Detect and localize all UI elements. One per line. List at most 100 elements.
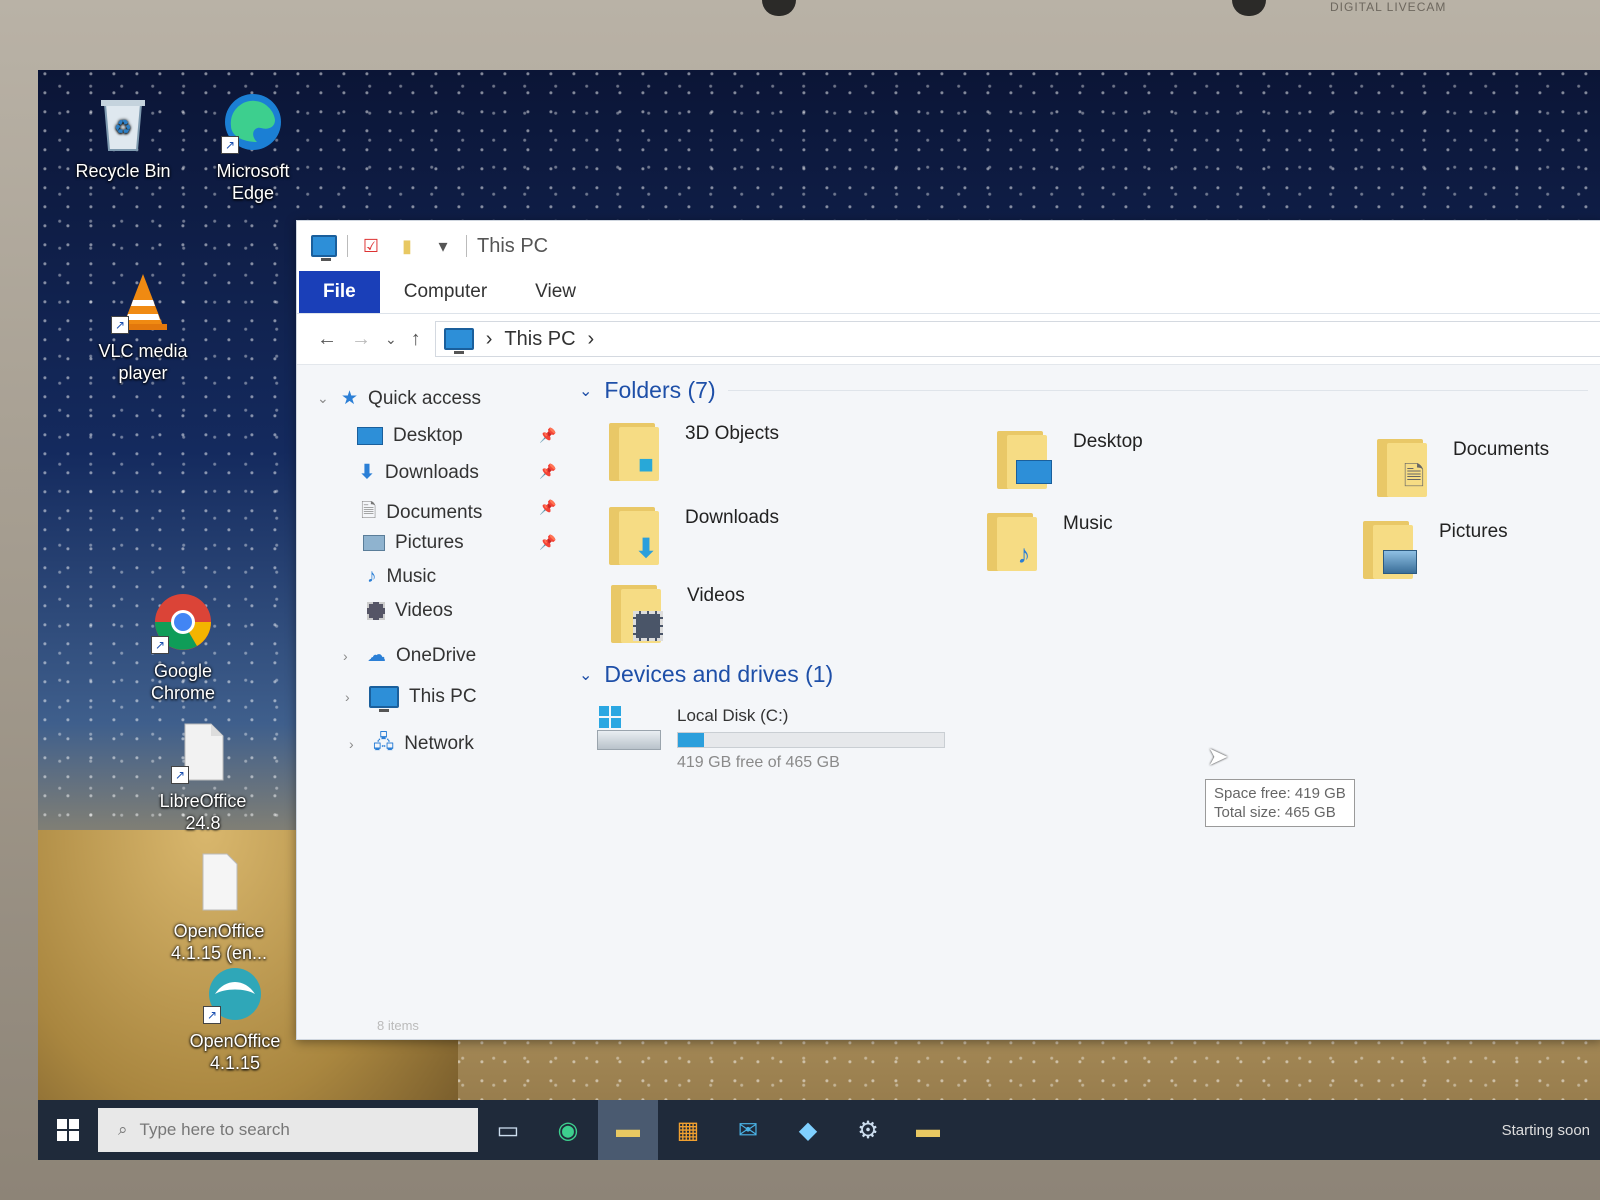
nav-label: This PC	[409, 686, 477, 707]
chevron-down-icon[interactable]: ⌄	[579, 381, 592, 401]
search-icon: ⌕	[118, 1120, 128, 1139]
task-view-icon[interactable]: ▭	[478, 1100, 538, 1160]
copilot-icon[interactable]: ◆	[778, 1100, 838, 1160]
windows-logo-icon	[57, 1119, 79, 1141]
edge-icon: ↗	[221, 90, 285, 154]
drive-local-disk-c[interactable]: Local Disk (C:) 419 GB free of 465 GB	[597, 706, 945, 772]
nav-label: Downloads	[384, 461, 479, 483]
nav-item-music[interactable]: ♪ Music	[367, 566, 436, 588]
chevron-down-icon[interactable]: ⌄	[317, 390, 331, 407]
folder-music[interactable]: ♪ Music	[987, 513, 1113, 573]
taskbar-search-box[interactable]: ⌕ Type here to search	[98, 1108, 478, 1152]
openoffice-installer-icon	[187, 850, 251, 914]
chevron-right-icon[interactable]: ›	[349, 736, 363, 752]
folder-desktop[interactable]: Desktop	[997, 431, 1143, 491]
nav-item-pictures[interactable]: Pictures	[363, 532, 464, 554]
network-icon: 🖧	[373, 732, 395, 753]
desktop-icon-edge[interactable]: ↗ Microsoft Edge	[198, 90, 308, 204]
tab-file[interactable]: File	[299, 271, 380, 313]
chevron-right-icon[interactable]: ›	[345, 689, 359, 705]
nav-label: Music	[386, 566, 437, 587]
desktop-icon-recycle-bin[interactable]: ♻ Recycle Bin	[68, 90, 178, 182]
desktop-icon-label: VLC media player	[98, 341, 188, 383]
divider	[466, 235, 467, 257]
picture-icon	[363, 535, 385, 551]
windows-logo-icon	[599, 706, 621, 728]
folders-group-header[interactable]: ⌄ Folders (7)	[579, 377, 1588, 404]
shortcut-arrow-icon: ↗	[111, 316, 129, 334]
breadcrumb-this-pc[interactable]: This PC	[504, 328, 575, 351]
gear-icon[interactable]: ⚙	[838, 1100, 898, 1160]
chevron-right-icon[interactable]: ›	[343, 648, 357, 664]
desktop-icon	[357, 427, 383, 445]
edge-icon[interactable]: ◉	[538, 1100, 598, 1160]
tab-computer[interactable]: Computer	[380, 271, 511, 313]
folder-icon: ■	[609, 423, 665, 483]
folder-documents[interactable]: 🗎 Documents	[1377, 439, 1549, 499]
folder-label: 3D Objects	[685, 423, 779, 444]
recent-locations-chevron-icon[interactable]: ⌄	[385, 331, 397, 348]
drive-usage-bar	[677, 732, 945, 748]
nav-item-videos[interactable]: Videos	[367, 600, 453, 622]
nav-label: Network	[404, 733, 474, 754]
nav-item-desktop[interactable]: Desktop	[357, 425, 463, 447]
mail-icon[interactable]: ✉	[718, 1100, 778, 1160]
divider	[727, 390, 1588, 391]
music-note-icon: ♪	[367, 566, 377, 587]
folder-pictures[interactable]: Pictures	[1363, 521, 1508, 581]
nav-label: Documents	[386, 502, 483, 523]
devices-group-header[interactable]: ⌄ Devices and drives (1)	[579, 661, 833, 688]
nav-quick-access[interactable]: ⌄ ★ Quick access	[317, 387, 481, 410]
desktop-icon-label: Microsoft Edge	[216, 161, 290, 203]
nav-label: OneDrive	[396, 644, 477, 666]
properties-icon[interactable]: ☑	[358, 235, 384, 257]
nav-item-onedrive[interactable]: › ☁ OneDrive	[343, 644, 476, 667]
desktop-icon-openoffice-installer[interactable]: OpenOffice 4.1.15 (en...	[164, 850, 274, 964]
folder-icon[interactable]: ▬	[898, 1100, 958, 1160]
chevron-down-icon[interactable]: ⌄	[579, 665, 592, 685]
computer-icon	[369, 686, 399, 712]
folder-downloads[interactable]: ⬇ Downloads	[609, 507, 779, 567]
folder-icon	[611, 585, 667, 645]
nav-label: Pictures	[395, 532, 464, 553]
new-folder-icon[interactable]: ▮	[394, 235, 420, 257]
chevron-right-icon[interactable]: ›	[588, 328, 595, 351]
document-icon: 🗎	[1403, 461, 1425, 491]
folder-3d-objects[interactable]: ■ 3D Objects	[609, 423, 779, 483]
group-title: Devices and drives (1)	[604, 661, 834, 687]
desktop-icon-vlc[interactable]: ↗ VLC media player	[88, 270, 198, 384]
svg-text:♻: ♻	[114, 117, 132, 139]
address-bar: ← → ⌄ ↑ › This PC ›	[297, 314, 1600, 365]
desktop-icon-openoffice[interactable]: ↗ OpenOffice 4.1.15	[180, 960, 290, 1074]
address-path[interactable]: › This PC ›	[434, 321, 1600, 357]
pin-icon: 📌	[539, 463, 557, 479]
folder-videos[interactable]: Videos	[611, 585, 745, 645]
folder-icon: 🗎	[1377, 439, 1433, 499]
pin-icon: 📌	[539, 534, 557, 550]
group-title: Folders (7)	[604, 377, 716, 403]
file-explorer-icon[interactable]: ▬	[598, 1100, 658, 1160]
forward-arrow-icon[interactable]: →	[351, 328, 371, 351]
download-arrow-icon: ⬇	[359, 462, 375, 483]
nav-item-this-pc[interactable]: › This PC	[345, 686, 477, 712]
start-button[interactable]	[38, 1100, 98, 1160]
desktop-screen: ♻ Recycle Bin ↗ Microsoft Edge ↗ VLC med…	[38, 70, 1600, 1160]
up-arrow-icon[interactable]: ↑	[411, 328, 421, 351]
shortcut-arrow-icon: ↗	[221, 136, 239, 154]
desktop-icon-chrome[interactable]: ↗ Google Chrome	[128, 590, 238, 704]
picture-icon	[1381, 547, 1419, 577]
tab-view[interactable]: View	[511, 271, 600, 313]
folder-label: Pictures	[1439, 521, 1508, 542]
nav-item-network[interactable]: › 🖧 Network	[349, 728, 474, 760]
nav-item-documents[interactable]: 🗎 Documents	[361, 497, 482, 529]
nav-label: Videos	[395, 600, 453, 621]
recycle-bin-icon: ♻	[91, 90, 155, 154]
nav-item-downloads[interactable]: ⬇ Downloads	[359, 461, 479, 484]
store-icon[interactable]: ▦	[658, 1100, 718, 1160]
webcam-lens	[762, 0, 796, 16]
taskbar-status-text: Starting soon	[1501, 1121, 1590, 1139]
download-arrow-icon: ⬇	[635, 532, 657, 563]
desktop-icon-libreoffice[interactable]: ↗ LibreOffice 24.8	[148, 720, 258, 834]
customize-quick-access-icon[interactable]: ▾	[430, 235, 456, 257]
back-arrow-icon[interactable]: ←	[317, 328, 337, 351]
